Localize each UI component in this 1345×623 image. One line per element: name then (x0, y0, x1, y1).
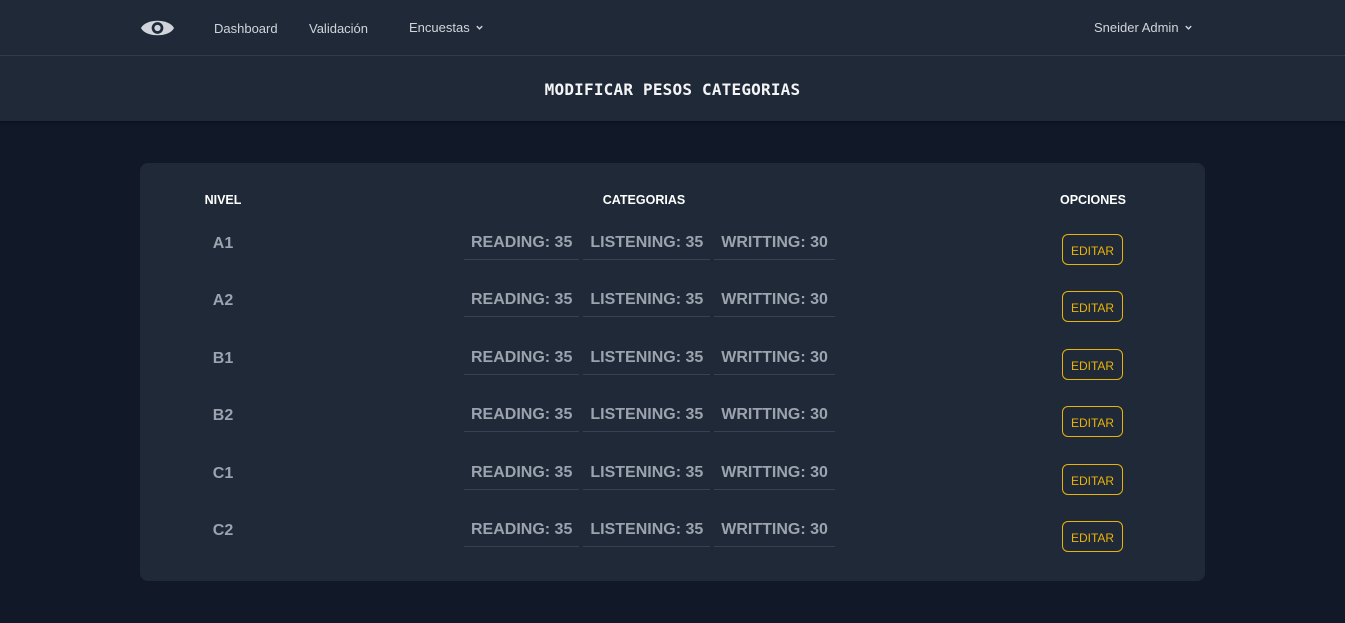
category-reading: READING: 35 (464, 343, 580, 375)
chevron-down-icon (475, 25, 483, 30)
level-label: A1 (212, 235, 234, 252)
edit-button[interactable]: EDITAR (1062, 464, 1123, 495)
category-listening: LISTENING: 35 (583, 343, 711, 375)
category-list: READING: 35 LISTENING: 35 WRITTING: 30 (464, 285, 835, 317)
category-list: READING: 35 LISTENING: 35 WRITTING: 30 (464, 400, 835, 432)
column-header-nivel: NIVEL (204, 193, 242, 207)
category-listening: LISTENING: 35 (583, 285, 711, 317)
eye-icon[interactable] (140, 14, 175, 42)
user-menu[interactable]: Sneider Admin (1094, 20, 1193, 35)
top-navbar: Dashboard Validación Encuestas Sneider A… (0, 0, 1345, 56)
category-writting: WRITTING: 30 (714, 285, 835, 317)
category-listening: LISTENING: 35 (583, 400, 711, 432)
category-writting: WRITTING: 30 (714, 515, 835, 547)
category-writting: WRITTING: 30 (714, 343, 835, 375)
page-header: MODIFICAR PESOS CATEGORIAS (0, 56, 1345, 121)
edit-button[interactable]: EDITAR (1062, 406, 1123, 437)
table-row: B1 READING: 35 LISTENING: 35 WRITTING: 3… (140, 343, 1205, 383)
column-header-opciones: OPCIONES (1060, 193, 1126, 207)
column-header-categorias: CATEGORIAS (602, 193, 686, 207)
category-list: READING: 35 LISTENING: 35 WRITTING: 30 (464, 343, 835, 375)
category-reading: READING: 35 (464, 458, 580, 490)
category-reading: READING: 35 (464, 285, 580, 317)
table-row: B2 READING: 35 LISTENING: 35 WRITTING: 3… (140, 400, 1205, 440)
level-label: A2 (212, 292, 234, 309)
edit-button[interactable]: EDITAR (1062, 291, 1123, 322)
category-listening: LISTENING: 35 (583, 458, 711, 490)
category-reading: READING: 35 (464, 228, 580, 260)
category-list: READING: 35 LISTENING: 35 WRITTING: 30 (464, 228, 835, 260)
table-row: A1 READING: 35 LISTENING: 35 WRITTING: 3… (140, 228, 1205, 268)
category-list: READING: 35 LISTENING: 35 WRITTING: 30 (464, 458, 835, 490)
nav-link-dashboard[interactable]: Dashboard (214, 21, 278, 36)
table-row: C2 READING: 35 LISTENING: 35 WRITTING: 3… (140, 515, 1205, 555)
level-label: C2 (212, 522, 234, 539)
category-reading: READING: 35 (464, 515, 580, 547)
category-reading: READING: 35 (464, 400, 580, 432)
edit-button[interactable]: EDITAR (1062, 234, 1123, 265)
level-label: B2 (212, 407, 234, 424)
category-writting: WRITTING: 30 (714, 400, 835, 432)
nav-dropdown-label: Encuestas (409, 20, 470, 35)
table-row: A2 READING: 35 LISTENING: 35 WRITTING: 3… (140, 285, 1205, 325)
category-list: READING: 35 LISTENING: 35 WRITTING: 30 (464, 515, 835, 547)
level-label: B1 (212, 350, 234, 367)
chevron-down-icon (1184, 25, 1192, 30)
user-name: Sneider Admin (1094, 20, 1179, 35)
category-listening: LISTENING: 35 (583, 515, 711, 547)
table-row: C1 READING: 35 LISTENING: 35 WRITTING: 3… (140, 458, 1205, 498)
edit-button[interactable]: EDITAR (1062, 521, 1123, 552)
page-title: MODIFICAR PESOS CATEGORIAS (544, 80, 801, 99)
category-writting: WRITTING: 30 (714, 228, 835, 260)
nav-dropdown-encuestas[interactable]: Encuestas (409, 20, 484, 35)
category-listening: LISTENING: 35 (583, 228, 711, 260)
nav-link-validacion[interactable]: Validación (309, 21, 368, 36)
category-writting: WRITTING: 30 (714, 458, 835, 490)
edit-button[interactable]: EDITAR (1062, 349, 1123, 380)
level-label: C1 (212, 465, 234, 482)
weights-table-card: NIVEL CATEGORIAS OPCIONES A1 READING: 35… (140, 163, 1205, 581)
